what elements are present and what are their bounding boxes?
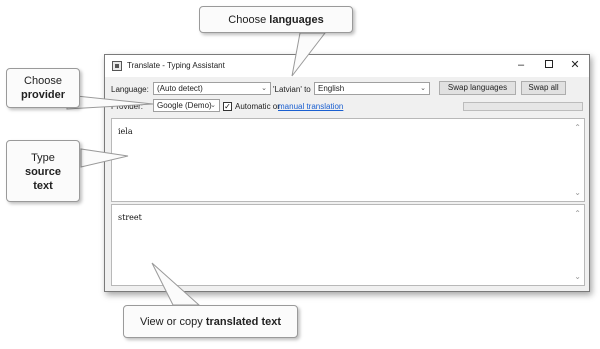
callout-provider-bold: provider <box>20 89 65 101</box>
callout-choose-languages: Choose languages <box>199 6 353 33</box>
callout-source-text: Type <box>31 152 55 164</box>
source-pointer <box>80 148 129 168</box>
translated-pointer <box>151 262 201 306</box>
callout-choose-provider: Choose provider <box>6 68 80 108</box>
callout-languages-bold: languages <box>269 14 324 26</box>
callout-view-translated: View or copy translated text <box>123 305 298 338</box>
callout-translated-bold: translated text <box>205 316 282 328</box>
callout-translated-text: View or copy <box>139 316 203 328</box>
callout-source-bold2: text <box>33 180 53 192</box>
callout-provider-text: Choose <box>24 75 62 87</box>
callout-pointers <box>66 32 327 306</box>
callout-languages-text: Choose <box>228 14 267 26</box>
callout-source-bold1: source <box>24 166 62 178</box>
languages-pointer <box>291 32 327 77</box>
callout-type-source: Type source text <box>6 140 80 202</box>
